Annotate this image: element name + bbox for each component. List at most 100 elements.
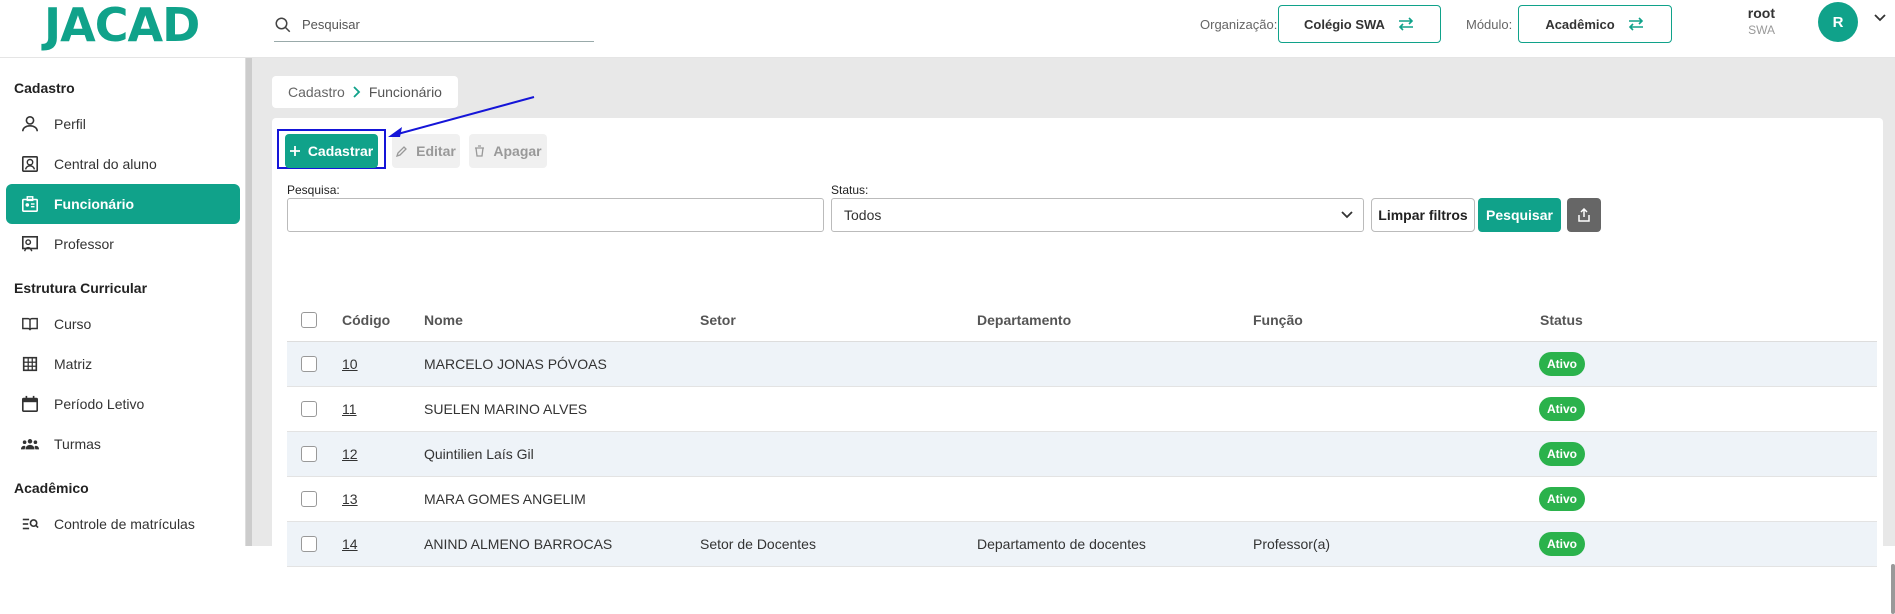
user-name: root [1747, 5, 1775, 21]
org-label: Organização: [1200, 17, 1278, 32]
org-value: Colégio SWA [1304, 16, 1385, 32]
badge-icon [21, 196, 39, 213]
sidebar-item-label: Curso [54, 316, 92, 332]
row-name: SUELEN MARINO ALVES [424, 401, 588, 417]
status-select-value: Todos [844, 207, 882, 223]
main-content: Cadastro Funcionário Cadastrar Editar Ap… [252, 58, 1895, 614]
status-select[interactable]: Todos [831, 198, 1364, 232]
row-name: ANIND ALMENO BARROCAS [424, 536, 613, 552]
row-code-link[interactable]: 13 [342, 491, 358, 507]
row-checkbox[interactable] [301, 536, 317, 552]
sidebar-item-matriz[interactable]: Matriz [6, 344, 240, 384]
sidebar-item-label: Perfil [54, 116, 86, 132]
pencil-icon [396, 146, 408, 157]
row-code-link[interactable]: 12 [342, 446, 358, 462]
create-button[interactable]: Cadastrar [285, 134, 378, 168]
status-badge: Ativo [1539, 532, 1585, 556]
create-button-label: Cadastrar [307, 143, 374, 159]
table-row[interactable]: 12 Quintilien Laís Gil Ativo [287, 432, 1877, 477]
column-header-funcao[interactable]: Função [1253, 312, 1303, 328]
module-selector[interactable]: Acadêmico [1518, 5, 1672, 43]
global-search[interactable] [274, 8, 594, 42]
row-name: MARCELO JONAS PÓVOAS [424, 356, 607, 372]
status-label: Status: [831, 183, 869, 197]
row-sector: Setor de Docentes [700, 536, 816, 552]
export-button[interactable] [1567, 198, 1601, 232]
sidebar-item-label: Central do aluno [54, 156, 157, 172]
select-all-checkbox[interactable] [301, 312, 317, 328]
sidebar-item-label: Turmas [54, 436, 101, 452]
sidebar-item-periodo-letivo[interactable]: Período Letivo [6, 384, 240, 424]
teacher-icon [21, 235, 39, 252]
plus-icon [289, 146, 300, 156]
pointer-arrow-annotation [388, 96, 535, 137]
module-value: Acadêmico [1545, 16, 1615, 32]
content-card: Cadastrar Editar Apagar Pesquisa: Status… [272, 96, 1895, 614]
row-checkbox[interactable] [301, 491, 317, 507]
sidebar-item-professor[interactable]: Professor [6, 224, 240, 264]
search-label: Pesquisa: [287, 183, 340, 197]
edit-button-label: Editar [416, 143, 456, 159]
sidebar-section-cadastro: Cadastro [14, 80, 75, 96]
org-selector[interactable]: Colégio SWA [1278, 5, 1441, 43]
user-organization: SWA [1748, 23, 1775, 37]
table-row[interactable]: 13 MARA GOMES ANGELIM Ativo [287, 477, 1877, 522]
list-search-icon [22, 518, 39, 530]
trash-icon [475, 145, 485, 157]
share-icon [1578, 208, 1590, 222]
breadcrumb-parent[interactable]: Cadastro [288, 84, 345, 100]
sidebar-item-label: Professor [54, 236, 114, 252]
table-row[interactable]: 14 ANIND ALMENO BARROCAS Setor de Docent… [287, 522, 1877, 567]
column-header-departamento[interactable]: Departamento [977, 312, 1071, 328]
row-checkbox[interactable] [301, 401, 317, 417]
status-badge: Ativo [1539, 352, 1585, 376]
avatar[interactable]: R [1818, 2, 1858, 42]
sidebar-item-label: Matriz [54, 356, 93, 372]
status-badge: Ativo [1539, 487, 1585, 511]
app-logo[interactable]: JACAD [44, 0, 200, 52]
clear-filters-button[interactable]: Limpar filtros [1371, 198, 1475, 232]
sidebar-item-curso[interactable]: Curso [6, 304, 240, 344]
sidebar-item-controle-matriculas[interactable]: Controle de matrículas [6, 504, 240, 544]
row-code-link[interactable]: 11 [342, 401, 357, 417]
table-row[interactable]: 10 MARCELO JONAS PÓVOAS Ativo [287, 342, 1877, 387]
chevron-right-icon [353, 86, 361, 98]
search-input[interactable] [287, 198, 824, 232]
sidebar-item-perfil[interactable]: Perfil [6, 104, 240, 144]
row-checkbox[interactable] [301, 356, 317, 372]
sidebar-item-label: Período Letivo [54, 396, 145, 412]
swap-icon [1398, 17, 1414, 31]
column-header-status[interactable]: Status [1540, 312, 1583, 328]
global-search-input[interactable] [302, 17, 562, 32]
grid-icon [22, 356, 38, 372]
status-badge: Ativo [1539, 442, 1585, 466]
chevron-down-icon [1341, 211, 1353, 219]
column-header-nome[interactable]: Nome [424, 312, 463, 328]
search-button-label: Pesquisar [1486, 207, 1553, 223]
sidebar-item-central-do-aluno[interactable]: Central do aluno [6, 144, 240, 184]
table-header: Código Nome Setor Departamento Função St… [287, 298, 1877, 342]
row-department: Departamento de docentes [977, 536, 1146, 552]
column-header-setor[interactable]: Setor [700, 312, 736, 328]
row-role: Professor(a) [1253, 536, 1331, 552]
sidebar-item-turmas[interactable]: Turmas [6, 424, 240, 464]
column-header-codigo[interactable]: Código [342, 312, 390, 328]
sidebar-item-label: Controle de matrículas [54, 516, 195, 532]
search-button[interactable]: Pesquisar [1478, 198, 1561, 232]
row-code-link[interactable]: 14 [342, 536, 358, 552]
row-code-link[interactable]: 10 [342, 356, 358, 372]
search-icon [275, 17, 291, 32]
sidebar-item-label: Funcionário [54, 196, 135, 212]
clear-filters-label: Limpar filtros [1378, 207, 1468, 223]
sidebar-item-funcionario[interactable]: Funcionário [6, 184, 240, 224]
row-checkbox[interactable] [301, 446, 317, 462]
calendar-icon [21, 395, 39, 413]
book-icon [22, 317, 38, 331]
module-label: Módulo: [1466, 17, 1513, 32]
status-badge: Ativo [1539, 397, 1585, 421]
table-row[interactable]: 11 SUELEN MARINO ALVES Ativo [287, 387, 1877, 432]
sidebar-section-academico: Acadêmico [14, 480, 89, 496]
chevron-down-icon[interactable] [1874, 14, 1886, 22]
table-scrollbar[interactable] [1891, 564, 1895, 614]
sidebar-section-estrutura: Estrutura Curricular [14, 280, 148, 296]
